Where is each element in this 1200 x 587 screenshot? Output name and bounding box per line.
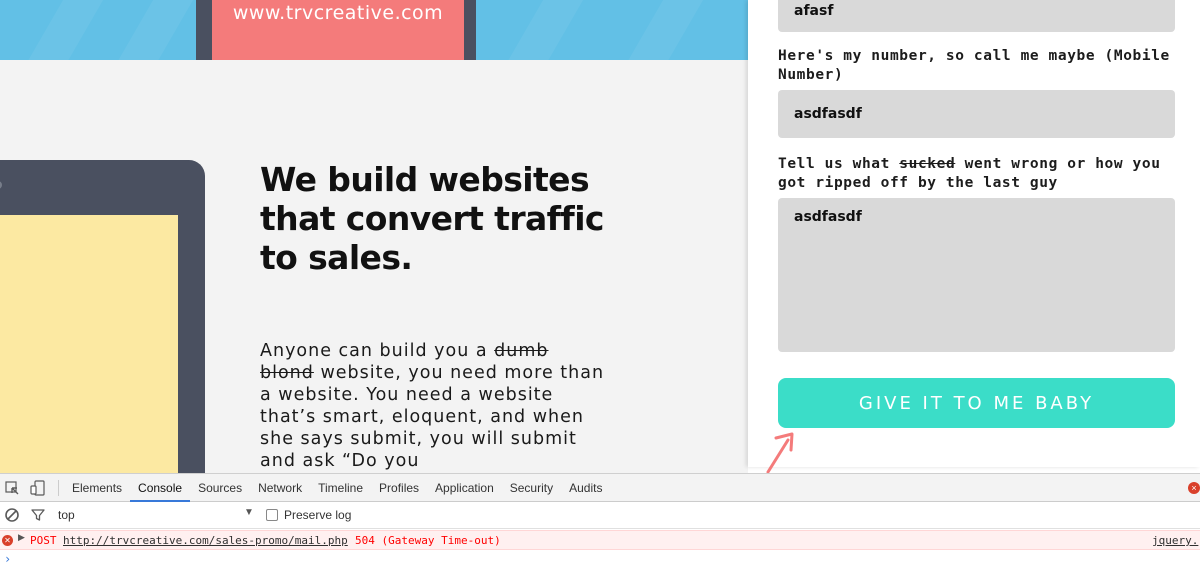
banner-stripe xyxy=(605,0,715,60)
tab-console[interactable]: Console xyxy=(130,474,191,502)
hero-body-copy: Anyone can build you a dumb blond websit… xyxy=(260,340,605,472)
devtools-tabs: Elements Console Sources Network Timelin… xyxy=(64,474,610,502)
error-method: POST xyxy=(30,534,57,547)
error-status: 504 (Gateway Time-out) xyxy=(355,534,501,547)
device-mode-icon[interactable] xyxy=(30,480,46,496)
banner-stripe xyxy=(485,0,595,60)
site-url: www.trvcreative.com xyxy=(232,2,444,24)
previous-field-value: afasf xyxy=(794,3,834,19)
tab-security[interactable]: Security xyxy=(502,474,561,502)
error-icon: ✕ xyxy=(2,535,13,546)
hero-headline: We build websites that convert traffic t… xyxy=(260,160,604,277)
tab-sources[interactable]: Sources xyxy=(190,474,250,502)
devtools-panel: Elements Console Sources Network Timelin… xyxy=(0,473,1200,587)
banner-stripe xyxy=(95,0,205,60)
chevron-down-icon[interactable]: ▼ xyxy=(244,507,254,518)
error-count-icon[interactable]: × xyxy=(1188,482,1200,494)
devtools-toolbar: Elements Console Sources Network Timelin… xyxy=(0,474,1200,502)
submit-button[interactable]: GIVE IT TO ME BABY xyxy=(778,378,1175,428)
message-field-value: asdfasdf xyxy=(794,209,862,225)
tab-elements[interactable]: Elements xyxy=(64,474,130,502)
message-label-before: Tell us what xyxy=(778,156,900,172)
console-filter-bar: top ▼ Preserve log xyxy=(0,502,1200,529)
console-prompt-icon[interactable]: › xyxy=(4,552,11,566)
main-section: We build websites that convert traffic t… xyxy=(0,60,748,473)
preserve-log-label: Preserve log xyxy=(284,508,352,522)
tab-profiles[interactable]: Profiles xyxy=(371,474,427,502)
phone-field-value: asdfasdf xyxy=(794,106,862,122)
banner-stripe xyxy=(5,0,115,60)
tab-audits[interactable]: Audits xyxy=(561,474,610,502)
tab-network[interactable]: Network xyxy=(250,474,310,502)
error-url-link[interactable]: http://trvcreative.com/sales-promo/mail.… xyxy=(63,534,348,547)
message-field-label: Tell us what sucked went wrong or how yo… xyxy=(778,155,1188,193)
clear-console-icon[interactable] xyxy=(4,507,20,523)
phone-field-input[interactable]: asdfasdf xyxy=(778,90,1175,138)
arrow-icon xyxy=(766,432,794,473)
context-selector[interactable]: top xyxy=(58,508,75,522)
previous-field-input[interactable]: afasf xyxy=(778,0,1175,32)
tablet-screen xyxy=(0,215,178,473)
phone-field-label: Here's my number, so call me maybe (Mobi… xyxy=(778,48,1170,83)
expand-caret-icon[interactable]: ▶ xyxy=(18,533,25,543)
error-source-link[interactable]: jquery. xyxy=(1152,534,1198,547)
toolbar-separator xyxy=(58,480,59,496)
filter-icon[interactable] xyxy=(30,507,46,523)
contact-form-panel: afasf Here's my number, so call me maybe… xyxy=(748,0,1200,467)
preserve-log-checkbox[interactable] xyxy=(266,509,278,521)
tab-application[interactable]: Application xyxy=(427,474,502,502)
tab-timeline[interactable]: Timeline xyxy=(310,474,371,502)
inspect-element-icon[interactable] xyxy=(4,480,20,496)
console-error-row[interactable]: ✕ ▶ POST http://trvcreative.com/sales-pr… xyxy=(0,530,1200,550)
body-copy-part1: Anyone can build you a xyxy=(260,341,495,361)
message-label-strike: sucked xyxy=(899,156,956,172)
message-field-textarea[interactable]: asdfasdf xyxy=(778,198,1175,352)
